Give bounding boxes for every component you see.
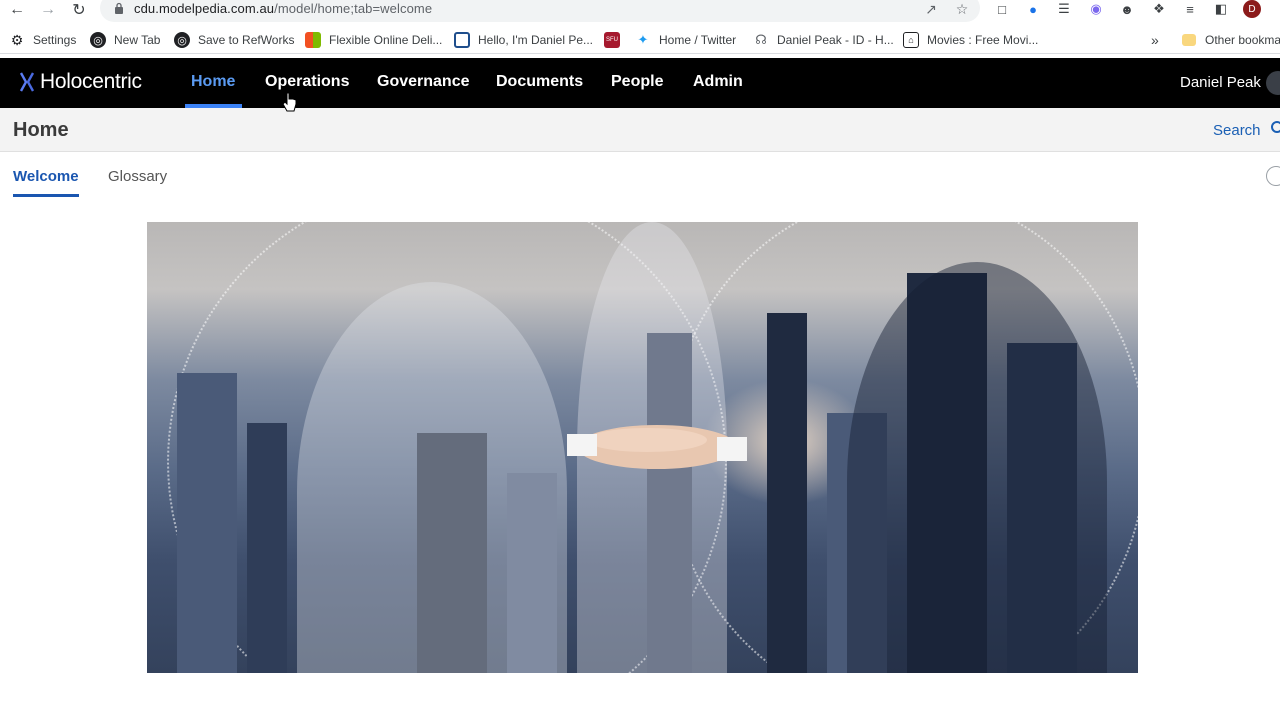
mouse-cursor-icon [283, 92, 297, 112]
hero-building [767, 313, 807, 673]
help-icon[interactable] [1266, 166, 1280, 186]
bookmark-hello-daniel[interactable]: Hello, I'm Daniel Pe... [454, 30, 593, 50]
bookmarks-overflow-icon[interactable]: » [1151, 30, 1159, 50]
tab-glossary[interactable]: Glossary [108, 168, 167, 185]
gear-icon: ⚙ [10, 31, 24, 48]
url-host: cdu.modelpedia.com.au [134, 1, 275, 16]
page-title: Home [13, 119, 69, 141]
hero-image [147, 222, 1138, 673]
bookmark-label: Flexible Online Deli... [329, 33, 443, 47]
other-bookmarks[interactable]: Other bookma [1182, 30, 1280, 50]
tab-active-indicator [13, 194, 79, 197]
url-text[interactable]: cdu.modelpedia.com.au/model/home;tab=wel… [134, 1, 432, 16]
nav-admin[interactable]: Admin [693, 73, 743, 91]
folder-icon [1182, 34, 1196, 46]
nav-home[interactable]: Home [191, 73, 235, 91]
twitter-icon: ✦ [637, 32, 649, 47]
hero-hands [567, 425, 747, 469]
bookmark-sfu[interactable]: SFU [604, 30, 620, 50]
bookmark-label: Daniel Peak - ID - H... [777, 33, 894, 47]
user-name[interactable]: Daniel Peak [1180, 74, 1261, 91]
app-header: Holocentric Home Operations Governance D… [0, 58, 1280, 108]
puzzle-icon[interactable]: ❖ [1150, 0, 1168, 18]
bookmarks-bar: ⚙ Settings ◎ New Tab ◎ Save to RefWorks Fle… [0, 26, 1280, 54]
nav-documents[interactable]: Documents [496, 73, 583, 91]
bookmark-label: Hello, I'm Daniel Pe... [478, 33, 594, 47]
globe-icon: ◎ [174, 32, 190, 48]
w-extension-icon[interactable]: ◉ [1087, 0, 1105, 18]
bookmark-flexible-online[interactable]: Flexible Online Deli... [305, 30, 442, 50]
page-tabs: Welcome Glossary [0, 152, 1280, 198]
holocentric-logo[interactable]: Holocentric [18, 70, 142, 94]
nav-governance[interactable]: Governance [377, 73, 469, 91]
star-icon[interactable]: ☆ [953, 0, 971, 18]
bookmark-label: Movies : Free Movi... [927, 33, 1039, 47]
sfu-icon: SFU [604, 32, 620, 48]
page-icon [454, 32, 470, 48]
nav-people[interactable]: People [611, 73, 663, 91]
forward-icon[interactable]: → [37, 0, 59, 20]
bookmark-label: Save to RefWorks [198, 33, 295, 47]
logo-text: Holocentric [40, 70, 142, 93]
bookmark-settings[interactable]: ⚙ Settings [9, 30, 77, 50]
side-panel-icon[interactable]: ◧ [1212, 0, 1230, 18]
search-icon[interactable] [1270, 120, 1280, 136]
page-header: Home Search [0, 108, 1280, 152]
lock-icon [115, 2, 123, 14]
bookmark-label: Settings [33, 33, 77, 47]
bookmark-label: Home / Twitter [659, 33, 737, 47]
robot-extension-icon[interactable]: ☻ [1118, 0, 1136, 18]
bookmark-refworks[interactable]: ◎ Save to RefWorks [174, 30, 294, 50]
back-icon[interactable]: ← [6, 0, 28, 20]
page-extension-icon[interactable]: □ [993, 0, 1011, 18]
bookmark-movies[interactable]: ⌂ Movies : Free Movi... [903, 30, 1038, 50]
browser-toolbar: ← → ↻ cdu.modelpedia.com.au/model/home;t… [0, 0, 1280, 22]
g-extension-icon[interactable]: ● [1024, 0, 1042, 18]
other-bookmarks-label: Other bookma [1205, 33, 1280, 47]
share-icon[interactable]: ↗ [922, 0, 940, 18]
bookmark-new-tab[interactable]: ◎ New Tab [90, 30, 160, 50]
windows-icon [305, 32, 321, 48]
avatar[interactable] [1266, 71, 1280, 95]
url-path: /model/home;tab=welcome [274, 1, 433, 16]
holocentric-logo-icon [19, 72, 35, 92]
archive-icon: ⌂ [903, 32, 919, 48]
bookmark-label: New Tab [114, 33, 161, 47]
hero-building [247, 423, 287, 673]
globe-icon: ◎ [90, 32, 106, 48]
profile-avatar-icon[interactable]: D [1243, 0, 1261, 18]
bookmark-daniel-peak-id[interactable]: ☊ Daniel Peak - ID - H... [753, 30, 894, 50]
reload-icon[interactable]: ↻ [68, 0, 90, 20]
bookmark-twitter[interactable]: ✦ Home / Twitter [635, 30, 737, 50]
translate-extension-icon[interactable]: ☰ [1055, 0, 1073, 18]
nav-operations[interactable]: Operations [265, 73, 349, 91]
fingerprint-icon: ☊ [755, 32, 767, 47]
search-link[interactable]: Search [1213, 122, 1261, 139]
tab-welcome[interactable]: Welcome [13, 168, 79, 185]
reading-list-icon[interactable]: ≡ [1181, 0, 1199, 18]
hero-building [177, 373, 237, 673]
